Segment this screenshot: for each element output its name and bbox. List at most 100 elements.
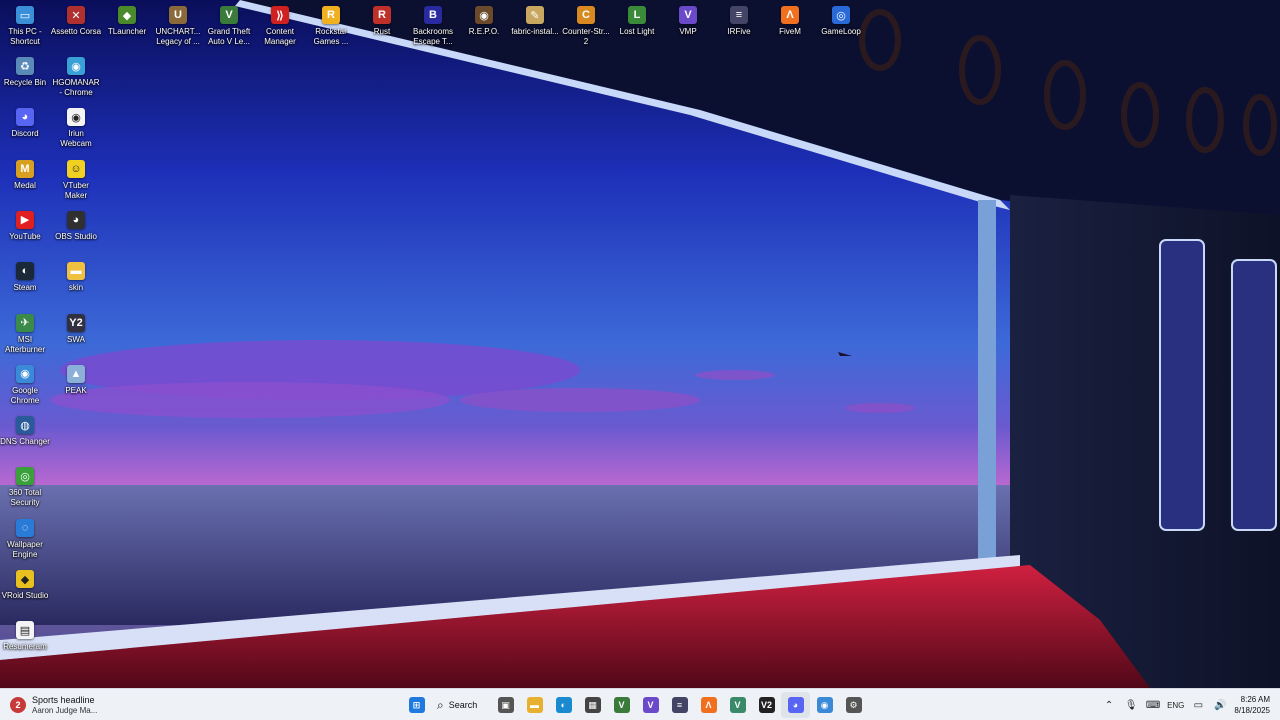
steam-icon: ◐ [16,262,34,281]
desktop-icon-cs2[interactable]: C Counter-Str... 2 [559,2,613,50]
taskbar-app-settings[interactable]: ⚙ [839,692,868,718]
taskbar-app-edge[interactable]: ◐ [549,692,578,718]
edge-icon: ◐ [555,697,572,713]
desktop-icon-wallpaper-engine[interactable]: ◌ Wallpaper Engine [0,515,52,563]
wallpaper-engine-icon: ◌ [16,518,34,537]
desktop-icon-medal[interactable]: M Medal [0,156,52,204]
keyboard-icon[interactable]: ⌨ [1145,700,1161,711]
taskbar-app-gta-launcher[interactable]: V [607,692,636,718]
desktop-icon-label: Rust [373,27,391,36]
file-explorer-icon: ▬ [526,697,543,713]
desktop-icon-irfive[interactable]: ≡ IRFive [712,2,766,50]
fivem-icon: Λ [700,697,717,713]
desktop-icon-lost-light[interactable]: L Lost Light [610,2,664,50]
taskbar-app-irfive[interactable]: ≡ [665,692,694,718]
desktop-icon-fivem[interactable]: Λ FiveM [763,2,817,50]
volume-icon[interactable]: 🔊 [1212,700,1228,711]
desktop-icon-hgomanar[interactable]: ◉ HGOMANAR - Chrome [49,53,103,101]
desktop-icon-label: TLauncher [107,27,147,36]
desktop-icon-assetto-corsa[interactable]: ✕ Assetto Corsa [49,2,103,50]
taskbar-app-discord[interactable]: ◕ [781,692,810,718]
widgets-news-button[interactable]: 2 Sports headline Aaron Judge Ma... [10,692,97,718]
desktop-icon-label: Grand Theft Auto V Le... [207,27,251,46]
360-security-icon: ◎ [16,467,34,486]
desktop-icon-vtuber-maker[interactable]: ☺ VTuber Maker [49,156,103,204]
desktop-icon-uncharted[interactable]: U UNCHART... Legacy of ... [151,2,205,50]
desktop-icon-repo[interactable]: ◉ R.E.P.O. [457,2,511,50]
discord-icon: ◕ [787,697,804,713]
desktop-icon-label: Medal [14,180,36,190]
desktop-icon-label: Rockstar Games ... [313,27,349,46]
taskbar-app-chrome[interactable]: ◉ [810,692,839,718]
microphone-icon[interactable]: 🎙 [1123,700,1139,711]
desktop-icon-discord[interactable]: ◕ Discord [0,104,52,152]
language-indicator[interactable]: ENG [1167,701,1184,710]
folder-icon: ▬ [67,262,85,281]
network-icon[interactable]: ▭ [1190,700,1206,711]
swa-icon: Y2 [67,313,85,332]
desktop-icon-obs-studio[interactable]: ◕ OBS Studio [49,207,103,255]
desktop-icon-peak[interactable]: ▲ PEAK [49,361,103,409]
taskbar-app-task-view[interactable]: ▣ [491,692,520,718]
desktop-icon-vmp[interactable]: V VMP [661,2,715,50]
microsoft-store-icon: ▦ [584,697,601,713]
desktop-icon-content-manager[interactable]: ⟫ Content Manager [253,2,307,50]
desktop-icon-label: Lost Light [619,27,655,36]
irfive-icon: ≡ [671,697,688,713]
chevron-up-icon[interactable]: ⌃ [1101,700,1117,711]
taskbar-app-vmp-green[interactable]: V [723,692,752,718]
taskbar-app-start[interactable]: ⊞ [402,692,431,718]
desktop-icon-label: Counter-Str... 2 [562,27,610,46]
backrooms-icon: B [424,6,442,24]
discord-icon: ◕ [16,108,34,127]
desktop-icon-tlauncher[interactable]: ◆ TLauncher [100,2,154,50]
desktop-icon-rust[interactable]: R Rust [355,2,409,50]
obs-studio-icon: ◕ [67,210,85,229]
taskbar-app-file-explorer[interactable]: ▬ [520,692,549,718]
desktop-icon-360-total-security[interactable]: ◎ 360 Total Security [0,463,52,511]
desktop-icon-label: Iriun Webcam [60,129,92,149]
desktop-icon-gta5[interactable]: V Grand Theft Auto V Le... [202,2,256,50]
desktop-icon-label: Google Chrome [10,385,40,405]
taskbar-app-vmp[interactable]: V [636,692,665,718]
vtuber-maker-icon: ☺ [67,159,85,178]
system-tray: ⌃ 🎙 ⌨ ENG ▭ 🔊 8:26 AM 8/18/2025 [1101,692,1274,718]
desktop-icon-label: SWA [67,334,85,344]
search-label: Search [448,700,478,710]
desktop-icon-label: Resumeram [3,642,47,652]
desktop-icon-fabric[interactable]: ✎ fabric-instal... [508,2,562,50]
desktop-icon-iriun-webcam[interactable]: ◉ Iriun Webcam [49,104,103,152]
msi-afterburner-icon: ✈ [16,313,34,332]
gameloop-icon: ◎ [832,6,850,24]
dns-changer-icon: ◍ [16,416,34,435]
desktop-icon-rockstar[interactable]: R Rockstar Games ... [304,2,358,50]
desktop-icon-this-pc[interactable]: ▭ This PC - Shortcut [0,2,52,50]
desktop-icon-steam[interactable]: ◐ Steam [0,258,52,306]
desktop-icon-gameloop[interactable]: ◎ GameLoop [814,2,868,50]
irfive-icon: ≡ [730,6,748,24]
desktop-icon-label: VMP [679,27,697,36]
clock[interactable]: 8:26 AM 8/18/2025 [1234,694,1274,716]
desktop-icon-label: PEAK [65,385,87,395]
taskbar-app-fivem[interactable]: Λ [694,692,723,718]
desktop-icon-label: HGOMANAR - Chrome [52,78,100,97]
content-manager-icon: ⟫ [271,6,289,24]
desktop-icon-skin[interactable]: ▬ skin [49,258,103,306]
desktop-icon-msi-afterburner[interactable]: ✈ MSI Afterburner [0,310,52,358]
taskbar-app-store[interactable]: ▦ [578,692,607,718]
desktop-icon-document[interactable]: ▤ Resumeram [0,617,52,665]
desktop-icon-backrooms[interactable]: B Backrooms Escape T... [406,2,460,50]
desktop-icon-dns-changer[interactable]: ◍ DNS Changer [0,412,52,460]
desktop-icon-recycle-bin[interactable]: ♻ Recycle Bin [0,53,52,101]
taskbar-app-v2[interactable]: V2 [752,692,781,718]
desktop-icon-label: skin [68,283,84,293]
desktop-icon-label: UNCHART... Legacy of ... [155,27,201,46]
desktop-icon-youtube[interactable]: ▶ YouTube [0,207,52,255]
v-app-icon: V [729,697,746,713]
desktop-icon-google-chrome[interactable]: ◉ Google Chrome [0,361,52,409]
news-badge-icon: 2 [10,697,26,713]
taskbar-search[interactable]: ⌕ Search [431,692,491,718]
desktop-icon-vroid-studio[interactable]: ◆ VRoid Studio [0,566,52,614]
gta5-icon: V [220,6,238,24]
desktop-icon-swa[interactable]: Y2 SWA [49,310,103,358]
